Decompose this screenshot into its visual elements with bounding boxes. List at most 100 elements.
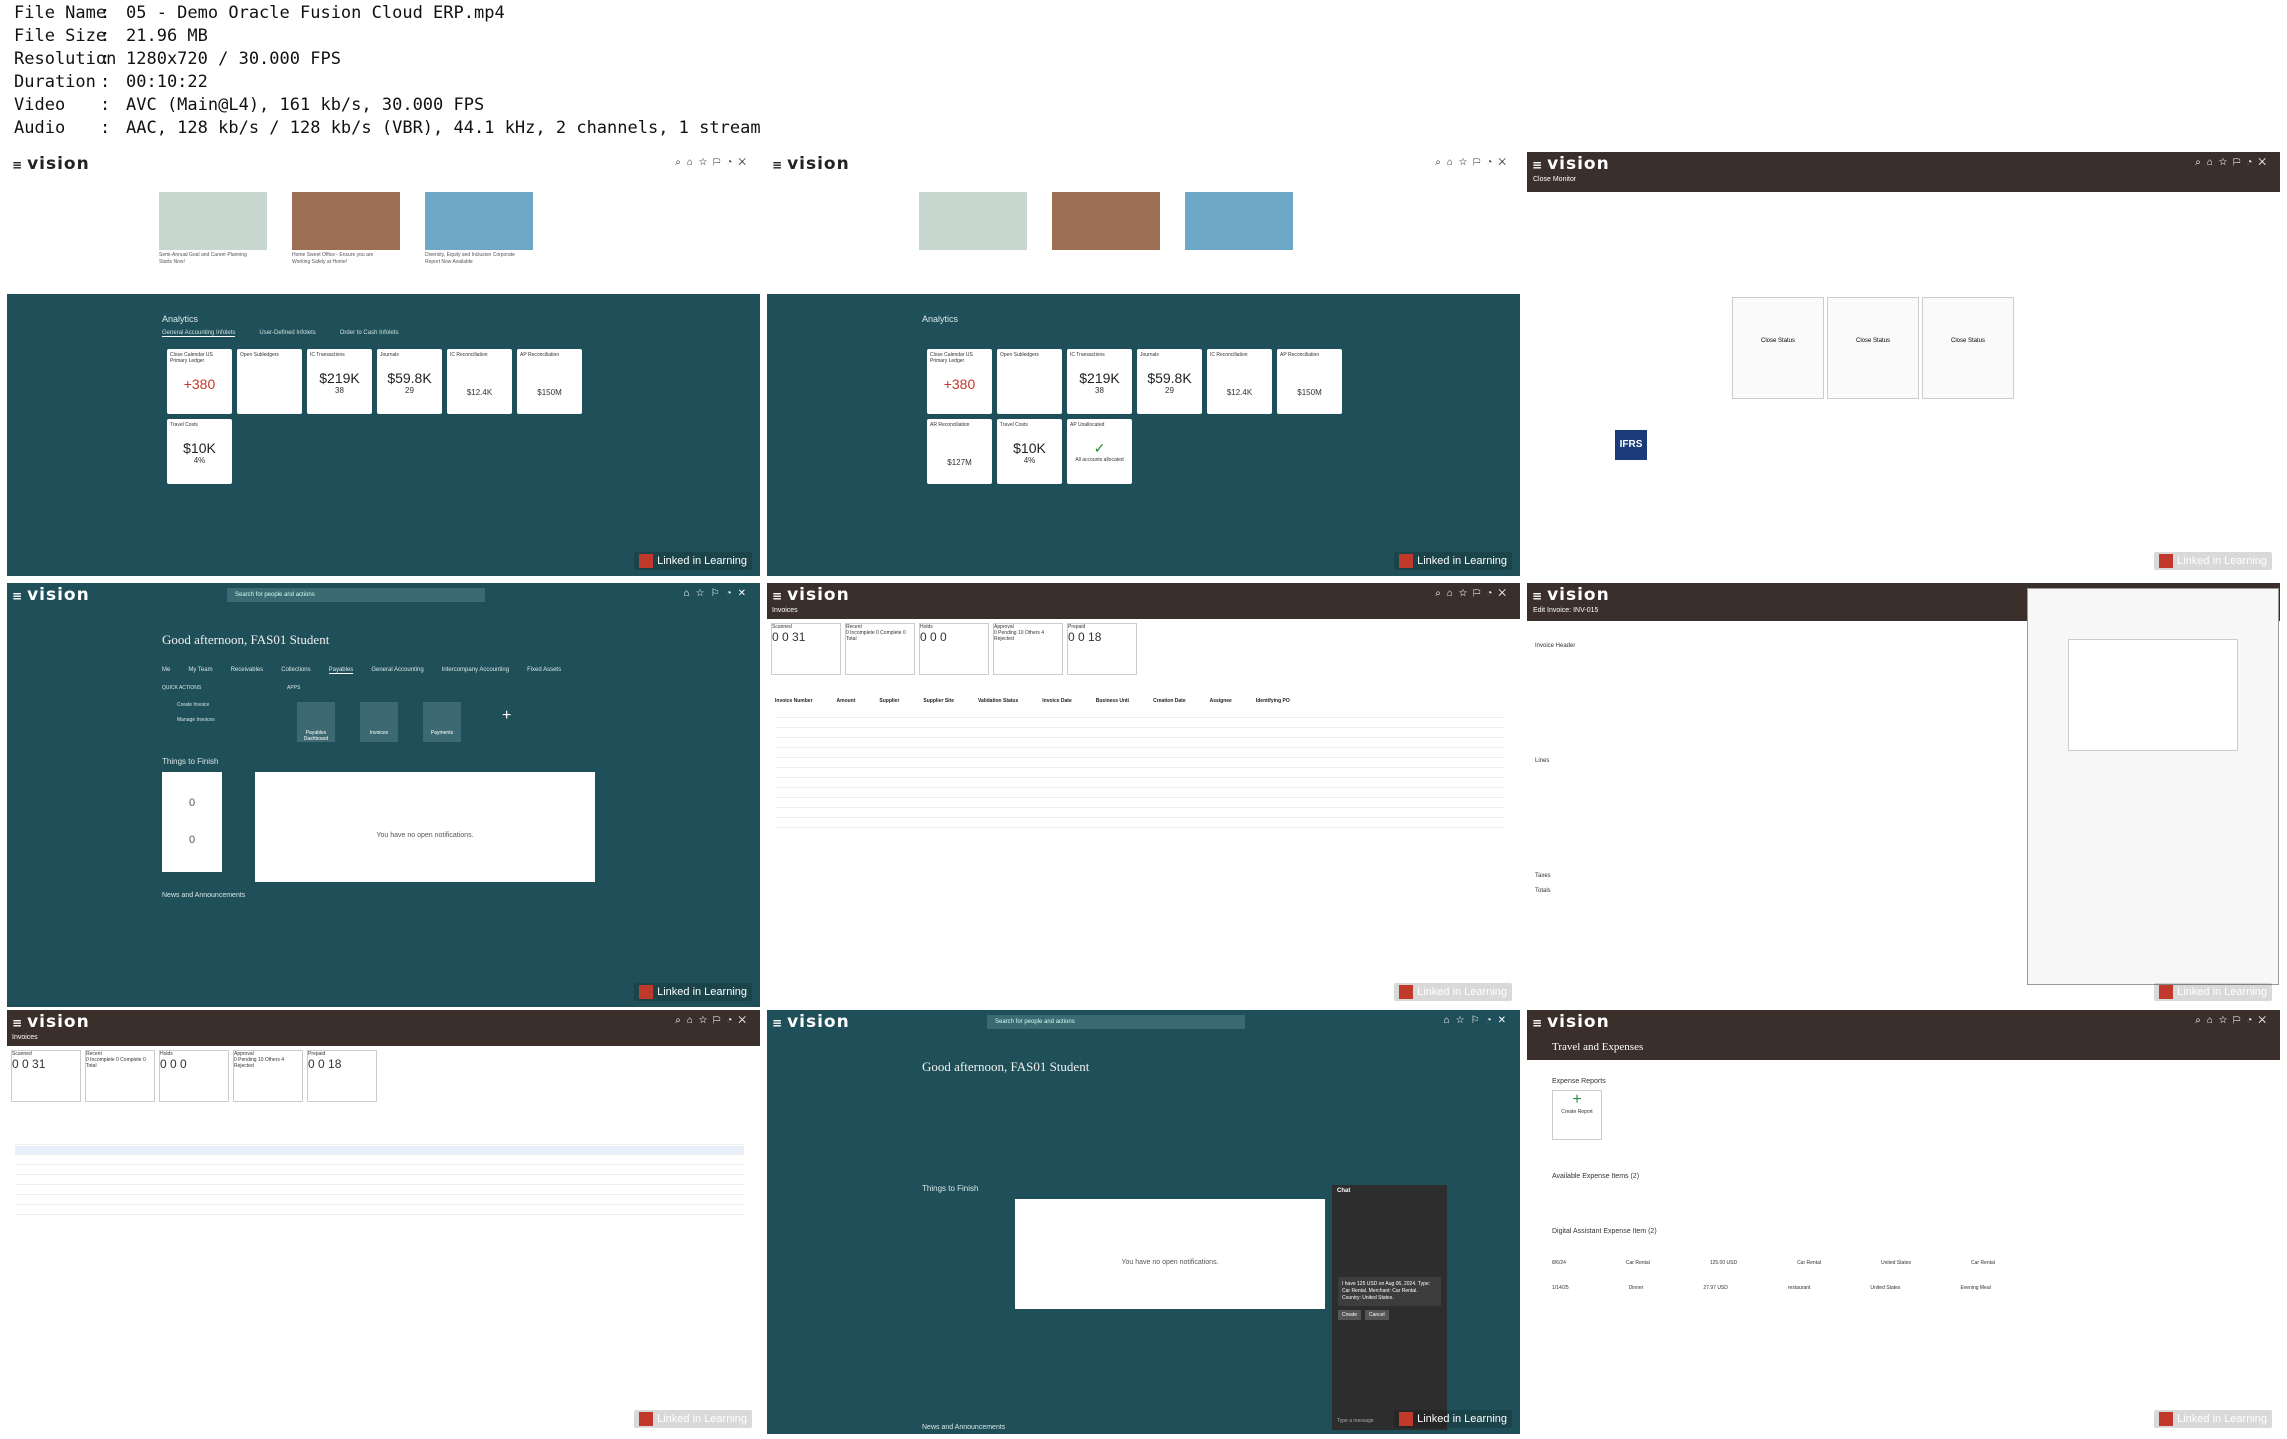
- table-row[interactable]: [775, 779, 1504, 788]
- col-header[interactable]: Supplier Site: [923, 698, 954, 706]
- col-header[interactable]: Validation Status: [978, 698, 1018, 706]
- recent-box[interactable]: Recent 0 Incomplete 0 Complete 0 Total: [845, 623, 915, 675]
- hamburger-icon[interactable]: ≡: [1532, 1016, 1543, 1030]
- col-header[interactable]: Invoice Date: [1042, 698, 1071, 706]
- hamburger-icon[interactable]: ≡: [12, 158, 23, 172]
- recent-box[interactable]: Recent 0 Incomplete 0 Complete 0 Total: [85, 1050, 155, 1102]
- create-report-button[interactable]: + Create Report: [1552, 1090, 1602, 1140]
- chat-input[interactable]: Type a message: [1337, 1418, 1374, 1424]
- infolet-tile[interactable]: AP Reconciliation $150M: [1277, 349, 1342, 414]
- table-row[interactable]: [15, 1206, 744, 1215]
- infolet-tile[interactable]: IC Reconciliation $12.4K: [1207, 349, 1272, 414]
- hamburger-icon[interactable]: ≡: [1532, 589, 1543, 603]
- hamburger-icon[interactable]: ≡: [12, 589, 23, 603]
- lines-section[interactable]: Lines: [1535, 758, 1549, 764]
- infolet-tile[interactable]: Open Subledgers: [997, 349, 1062, 414]
- header-icons[interactable]: ⌕⌂☆⚐◔✕: [1435, 588, 1512, 599]
- search-input[interactable]: Search for people and actions: [987, 1015, 1245, 1029]
- header-icons[interactable]: ⌕⌂☆⚐◔✕: [675, 1015, 752, 1026]
- nav-item[interactable]: Fixed Assets: [527, 667, 561, 674]
- table-row[interactable]: [15, 1166, 744, 1175]
- infolet-tile[interactable]: Journals $59.8K 29: [377, 349, 442, 414]
- prepaid-box[interactable]: Prepaid 0 0 18: [307, 1050, 377, 1102]
- infolet-tile[interactable]: IC Transactions $219K 38: [307, 349, 372, 414]
- nav-item[interactable]: My Team: [188, 667, 212, 674]
- infolet-tile[interactable]: AP Reconciliation $150M: [517, 349, 582, 414]
- totals-section[interactable]: Totals: [1535, 888, 1551, 894]
- hamburger-icon[interactable]: ≡: [772, 589, 783, 603]
- infolet-tile[interactable]: Journals $59.8K 29: [1137, 349, 1202, 414]
- col-header[interactable]: Amount: [837, 698, 856, 706]
- ledger-node[interactable]: Close Status: [1827, 297, 1919, 399]
- article-image[interactable]: [425, 192, 533, 250]
- tab-general-accounting[interactable]: General Accounting Infolets: [162, 330, 236, 337]
- app-invoices[interactable]: Invoices: [360, 702, 398, 742]
- infolet-tile[interactable]: Open Subledgers: [237, 349, 302, 414]
- infolet-tile[interactable]: Close Calendar US Primary Ledger +380: [927, 349, 992, 414]
- col-header[interactable]: Business Unit: [1096, 698, 1129, 706]
- header-icons[interactable]: ⌕⌂☆⚐◔✕: [2195, 1015, 2272, 1026]
- table-row[interactable]: [15, 1196, 744, 1205]
- holds-box[interactable]: Holds 0 0 0: [919, 623, 989, 675]
- col-header[interactable]: Supplier: [879, 698, 899, 706]
- approval-box[interactable]: Approval 0 Pending 10 Others 4 Rejected: [233, 1050, 303, 1102]
- vision-logo[interactable]: ≡ vision: [12, 154, 90, 174]
- article-image[interactable]: [919, 192, 1027, 250]
- nav-item[interactable]: Me: [162, 667, 170, 674]
- manage-invoices-link[interactable]: Manage Invoices: [177, 717, 215, 723]
- article-image[interactable]: [159, 192, 267, 250]
- prepaid-box[interactable]: Prepaid 0 0 18: [1067, 623, 1137, 675]
- table-row[interactable]: [15, 1176, 744, 1185]
- expense-row[interactable]: 8/6/24 Car Rental 125.00 USD Car Rental …: [1552, 1260, 2260, 1274]
- infolet-tile[interactable]: Close Calendar US Primary Ledger +380: [167, 349, 232, 414]
- header-icons[interactable]: ⌂☆⚐◔✕: [1444, 1015, 1512, 1026]
- infolet-tile[interactable]: IC Transactions $219K 38: [1067, 349, 1132, 414]
- image-viewer-window[interactable]: [2027, 588, 2279, 985]
- header-icons[interactable]: ⌕⌂☆⚐◔✕: [2195, 157, 2272, 168]
- nav-item[interactable]: Payables: [328, 667, 354, 674]
- table-row[interactable]: [775, 769, 1504, 778]
- table-row[interactable]: [775, 799, 1504, 808]
- infolet-tile[interactable]: IC Reconciliation $12.4K: [447, 349, 512, 414]
- scanned-box[interactable]: Scanned 0 0 31: [771, 623, 841, 675]
- table-row[interactable]: [775, 809, 1504, 818]
- table-row[interactable]: [15, 1156, 744, 1165]
- table-row[interactable]: [775, 819, 1504, 828]
- approval-box[interactable]: Approval 0 Pending 10 Others 4 Rejected: [993, 623, 1063, 675]
- table-row[interactable]: [775, 759, 1504, 768]
- nav-item[interactable]: Receivables: [231, 667, 264, 674]
- vision-logo[interactable]: ≡ vision: [12, 585, 90, 605]
- table-row[interactable]: [775, 729, 1504, 738]
- vision-logo[interactable]: ≡ vision: [1532, 154, 1610, 174]
- article-image[interactable]: [1052, 192, 1160, 250]
- vision-logo[interactable]: ≡ vision: [12, 1012, 90, 1032]
- article-caption[interactable]: Diversity, Equity and Inclusion Corporat…: [425, 252, 525, 266]
- infolet-tile[interactable]: Travel Costs $10K 4%: [997, 419, 1062, 484]
- invoice-header-section[interactable]: Invoice Header: [1535, 643, 1575, 649]
- table-row[interactable]: [775, 789, 1504, 798]
- vision-logo[interactable]: ≡ vision: [772, 154, 850, 174]
- hamburger-icon[interactable]: ≡: [772, 1016, 783, 1030]
- table-row[interactable]: [775, 739, 1504, 748]
- assigned-card[interactable]: 00: [162, 772, 222, 872]
- header-icons[interactable]: ⌕⌂☆⚐◔✕: [675, 157, 752, 168]
- hamburger-icon[interactable]: ≡: [1532, 158, 1543, 172]
- header-icons[interactable]: ⌕⌂☆⚐◔✕: [1435, 157, 1512, 168]
- tab-user-defined[interactable]: User-Defined Infolets: [259, 330, 315, 337]
- vision-logo[interactable]: ≡ vision: [772, 1012, 850, 1032]
- header-icons[interactable]: ⌂☆⚐◔✕: [684, 588, 752, 599]
- table-row[interactable]: [775, 709, 1504, 718]
- article-image[interactable]: [1185, 192, 1293, 250]
- nav-item[interactable]: Intercompany Accounting: [442, 667, 509, 674]
- infolet-tile[interactable]: AP Unallocated ✓ All accounts allocated: [1067, 419, 1132, 484]
- table-row[interactable]: [15, 1146, 744, 1155]
- taxes-section[interactable]: Taxes: [1535, 873, 1551, 879]
- infolet-tile[interactable]: AR Reconciliation $127M: [927, 419, 992, 484]
- vision-logo[interactable]: ≡ vision: [772, 585, 850, 605]
- search-input[interactable]: Search for people and actions: [227, 588, 485, 602]
- tab-order-to-cash[interactable]: Order to Cash Infolets: [340, 330, 399, 337]
- article-caption[interactable]: Home Sweet Office - Ensure you are Worki…: [292, 252, 392, 266]
- col-header[interactable]: Assignee: [1210, 698, 1232, 706]
- nav-item[interactable]: Collections: [281, 667, 310, 674]
- create-button[interactable]: Create: [1338, 1310, 1362, 1320]
